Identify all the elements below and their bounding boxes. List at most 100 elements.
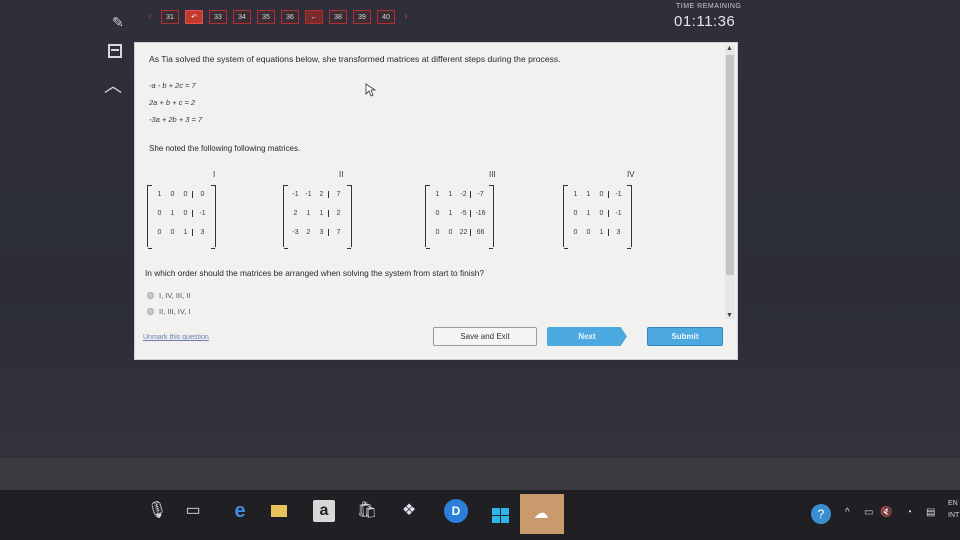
mouse-cursor-icon bbox=[365, 83, 377, 97]
matrix-cell: 1 bbox=[157, 191, 162, 198]
matrix-cell: 0 bbox=[573, 210, 578, 217]
matrix-row: 0 0 13 bbox=[153, 223, 210, 242]
edge-browser-icon[interactable]: e bbox=[229, 500, 251, 522]
matrix-augmented-cell: -1 bbox=[192, 210, 210, 217]
next-question-arrow[interactable]: › bbox=[401, 11, 411, 23]
question-navigation: ‹ 31 ↶ 33 34 35 36 ← 38 39 40 › bbox=[145, 8, 411, 26]
matrix-augmented-cell: -16 bbox=[470, 210, 488, 217]
matrix-cell: 1 bbox=[183, 229, 188, 236]
matrix-1: 1 0 0 0 0 1 0 -1 0 0 1 3 bbox=[147, 185, 216, 249]
matrix-row: -3 2 3 7 bbox=[289, 223, 346, 242]
language-code: EN bbox=[948, 500, 958, 507]
matrix-label-3: III bbox=[489, 170, 496, 179]
matrix-augmented-cell: 0 bbox=[192, 191, 210, 198]
matrix-cell: 0 bbox=[157, 229, 162, 236]
matrix-cell: 1 bbox=[586, 210, 591, 217]
matrix-cell: -1 bbox=[305, 191, 312, 198]
matrix-augmented-cell: -7 bbox=[470, 191, 488, 198]
question-39[interactable]: 39 bbox=[353, 10, 371, 24]
wifi-icon[interactable]: ◔ bbox=[906, 507, 912, 518]
matrix-3: 1 1 -2 -7 0 1 -5 -16 0 0 22 66 bbox=[425, 185, 494, 249]
save-and-exit-button[interactable]: Save and Exit bbox=[433, 327, 537, 346]
question-36[interactable]: 36 bbox=[281, 10, 299, 24]
matrix-cell: 1 bbox=[599, 229, 604, 236]
help-icon[interactable]: ? bbox=[811, 504, 831, 524]
matrix-row: 2112 bbox=[289, 204, 346, 223]
tray-chevron-icon[interactable]: ^ bbox=[845, 507, 850, 518]
question-38[interactable]: 38 bbox=[329, 10, 347, 24]
matrix-cell: 0 bbox=[435, 229, 440, 236]
matrix-augmented-cell: 66 bbox=[470, 229, 488, 236]
language-indicator[interactable]: EN INT bbox=[948, 498, 959, 522]
volume-muted-icon[interactable]: 🔇 bbox=[880, 507, 892, 518]
question-panel: As Tia solved the system of equations be… bbox=[134, 42, 738, 360]
matrix-cell: 0 bbox=[573, 229, 578, 236]
scroll-up-icon[interactable]: ▲ bbox=[726, 45, 733, 52]
amazon-icon[interactable]: a bbox=[313, 500, 335, 522]
question-34[interactable]: 34 bbox=[233, 10, 251, 24]
windows-icon[interactable] bbox=[489, 500, 511, 523]
matrix-label-4: IV bbox=[627, 170, 635, 179]
photos-app-icon[interactable]: ☁ bbox=[530, 503, 552, 525]
pencil-icon[interactable]: ✎ bbox=[112, 14, 128, 30]
matrix-cell: -2 bbox=[460, 191, 467, 198]
matrix-augmented-cell: 2 bbox=[328, 210, 346, 217]
collapse-chevron-icon[interactable]: ︿ bbox=[104, 72, 122, 98]
matrix-label-1: I bbox=[213, 170, 216, 179]
answer-option-1[interactable]: I, IV, III, II bbox=[147, 291, 190, 300]
matrix-cell: 1 bbox=[448, 191, 453, 198]
battery-icon[interactable]: ▭ bbox=[864, 507, 873, 518]
radio-button[interactable] bbox=[147, 308, 154, 315]
matrix-cell: 1 bbox=[573, 191, 578, 198]
matrix-row: 1000 bbox=[153, 185, 210, 204]
matrix-cell: 0 bbox=[599, 191, 604, 198]
matrix-cell: 22 bbox=[459, 229, 468, 236]
notification-icon[interactable]: ▤ bbox=[926, 507, 935, 518]
question-35[interactable]: 35 bbox=[257, 10, 275, 24]
timer-label: TIME REMAINING bbox=[676, 3, 742, 10]
scrollbar-thumb[interactable] bbox=[726, 55, 734, 275]
question-33[interactable]: 33 bbox=[209, 10, 227, 24]
matrix-cell: -3 bbox=[292, 229, 299, 236]
current-question-marker-icon[interactable]: ← bbox=[305, 10, 323, 24]
notes-icon[interactable] bbox=[108, 44, 122, 58]
matrix-cell: 2 bbox=[306, 229, 311, 236]
matrix-cell: 0 bbox=[170, 191, 175, 198]
scroll-down-icon[interactable]: ▼ bbox=[726, 312, 733, 319]
dell-icon[interactable]: D bbox=[444, 499, 468, 523]
matrix-cell: 0 bbox=[599, 210, 604, 217]
matrix-cell: 1 bbox=[306, 210, 311, 217]
matrix-cell: 0 bbox=[448, 229, 453, 236]
question-31[interactable]: 31 bbox=[161, 10, 179, 24]
prev-question-arrow[interactable]: ‹ bbox=[145, 11, 155, 23]
radio-button[interactable] bbox=[147, 292, 154, 299]
matrix-cell: 1 bbox=[170, 210, 175, 217]
task-view-icon[interactable]: ▭ bbox=[182, 500, 204, 522]
store-icon[interactable]: 🛍 bbox=[356, 500, 378, 522]
microphone-icon[interactable]: 🎙 bbox=[146, 500, 168, 522]
dropbox-icon[interactable]: ❖ bbox=[398, 500, 420, 522]
matrix-row: 1 1 -2 -7 bbox=[431, 185, 488, 204]
scrollbar[interactable]: ▲ ▼ bbox=[725, 45, 735, 319]
equation-3: -3a + 2b + 3 = 7 bbox=[149, 115, 203, 124]
submit-button[interactable]: Submit bbox=[647, 327, 723, 346]
matrix-cell: 1 bbox=[586, 191, 591, 198]
matrix-cell: -1 bbox=[292, 191, 299, 198]
file-explorer-icon[interactable] bbox=[268, 500, 290, 522]
matrix-cell: 0 bbox=[157, 210, 162, 217]
matrix-row: 0 1 0 -1 bbox=[153, 204, 210, 223]
unmark-question-link[interactable]: Unmark this question bbox=[143, 334, 209, 341]
next-button[interactable]: Next bbox=[547, 327, 627, 346]
matrix-row: -1 -1 2 7 bbox=[289, 185, 346, 204]
answer-option-2[interactable]: II, III, IV, I bbox=[147, 307, 190, 316]
matrix-cell: 0 bbox=[170, 229, 175, 236]
timer-value: 01:11:36 bbox=[674, 13, 736, 30]
matrix-label-2: II bbox=[339, 170, 344, 179]
matrix-cell: 0 bbox=[586, 229, 591, 236]
back-arrow-icon[interactable]: ↶ bbox=[185, 10, 203, 24]
matrix-augmented-cell: 3 bbox=[192, 229, 210, 236]
question-40[interactable]: 40 bbox=[377, 10, 395, 24]
input-method: INT bbox=[948, 512, 960, 519]
matrix-cell: -5 bbox=[460, 210, 467, 217]
matrix-row: 0 0 22 66 bbox=[431, 223, 488, 242]
